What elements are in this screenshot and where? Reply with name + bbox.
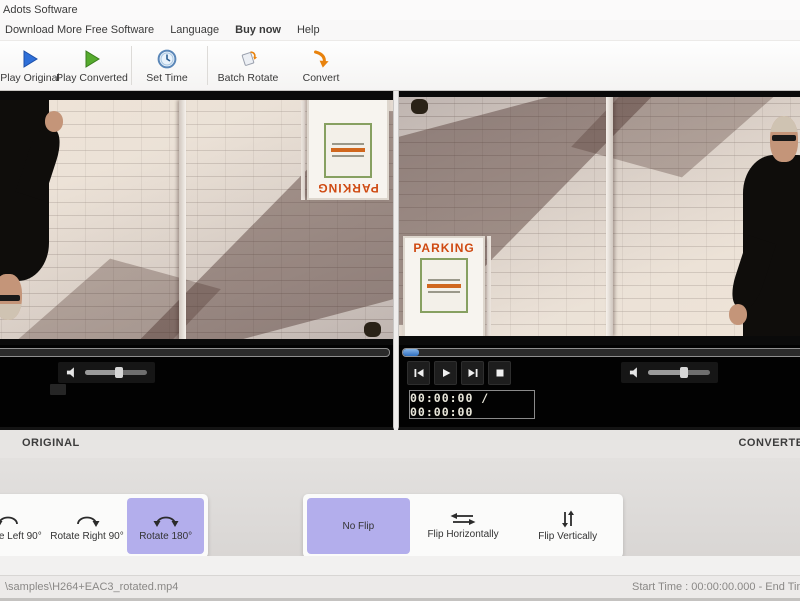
menu-help[interactable]: Help xyxy=(297,24,320,36)
no-flip-label: No Flip xyxy=(342,520,375,532)
converted-volume-thumb[interactable] xyxy=(679,367,688,378)
convert-label: Convert xyxy=(302,71,340,84)
skip-end-icon xyxy=(468,369,477,377)
man-hair xyxy=(0,304,22,320)
flip-horizontal-icon xyxy=(450,513,476,525)
wall-fixture xyxy=(364,322,381,338)
original-label: ORIGINAL xyxy=(22,437,80,449)
sign-post xyxy=(300,101,305,201)
speaker-icon xyxy=(629,367,637,378)
rotate-button-group: Rotate Left 90° Rotate Right 90° Rotate … xyxy=(0,494,208,558)
rotate-right-icon xyxy=(77,516,100,527)
toolbar: Play Original Play Converted Set Time Ba… xyxy=(0,41,800,91)
clock-icon xyxy=(155,48,179,70)
rotate-left-90-button[interactable]: Rotate Left 90° xyxy=(0,498,47,554)
menu-download-more[interactable]: Download More Free Software xyxy=(5,24,154,36)
convert-button[interactable]: Convert xyxy=(269,44,373,87)
converted-player-controls: 00:00:00 / 00:00:00 xyxy=(399,345,800,427)
converted-video-frame[interactable]: PARKING xyxy=(399,91,800,345)
converted-seek-progress xyxy=(403,349,420,356)
original-player-controls xyxy=(0,345,393,427)
original-volume-thumb[interactable] xyxy=(115,367,124,378)
rotate-180-button[interactable]: Rotate 180° xyxy=(127,498,205,554)
man-head xyxy=(770,116,798,163)
sunglasses xyxy=(0,295,20,302)
converted-volume-track[interactable] xyxy=(648,367,710,378)
man-hand xyxy=(729,304,748,325)
stop-icon xyxy=(496,369,503,377)
man-hair xyxy=(770,116,798,132)
parking-sign-subpanel xyxy=(323,122,373,179)
flip-vertically-button[interactable]: Flip Vertically xyxy=(516,498,619,554)
skip-start-icon xyxy=(414,369,423,377)
time-display: 00:00:00 / 00:00:00 xyxy=(409,390,535,419)
original-seek-bar[interactable] xyxy=(0,348,390,357)
converted-video-scene: PARKING xyxy=(399,91,800,345)
man-head xyxy=(0,273,22,320)
mute-popup[interactable] xyxy=(50,384,66,395)
sign-post xyxy=(487,235,492,335)
speaker-icon xyxy=(66,367,74,378)
parking-sign: PARKING xyxy=(307,97,389,201)
rotation-controls-section: Rotate Left 90° Rotate Right 90° Rotate … xyxy=(0,458,800,558)
letterbox-bar xyxy=(399,91,800,98)
original-video-frame[interactable]: PARKING xyxy=(0,91,393,345)
man-hand xyxy=(44,111,63,132)
wall-post xyxy=(606,97,613,337)
batch-rotate-icon xyxy=(236,48,260,70)
rotate-right-90-button[interactable]: Rotate Right 90° xyxy=(49,498,126,554)
original-volume-control[interactable] xyxy=(58,362,155,383)
rotate-left-90-label: Rotate Left 90° xyxy=(0,531,42,542)
footer-gap xyxy=(0,556,800,575)
skip-end-button[interactable] xyxy=(461,361,484,385)
play-blue-icon xyxy=(18,48,42,70)
status-bar: \samples\H264+EAC3_rotated.mp4 Start Tim… xyxy=(0,575,800,601)
play-button[interactable] xyxy=(434,361,457,385)
stop-button[interactable] xyxy=(488,361,511,385)
rotate-right-90-label: Rotate Right 90° xyxy=(50,531,124,542)
flip-button-group: No Flip Flip Horizontally Flip Verticall… xyxy=(303,494,623,558)
flip-vertically-label: Flip Vertically xyxy=(538,531,598,542)
flip-vertical-icon xyxy=(561,510,574,528)
title-bar: Adots Software xyxy=(0,0,800,20)
rotate-180-icon xyxy=(153,516,179,527)
play-green-icon xyxy=(80,48,104,70)
menu-language[interactable]: Language xyxy=(170,24,219,36)
parking-sign: PARKING xyxy=(403,235,485,339)
convert-icon xyxy=(309,48,333,70)
original-player-panel: PARKING xyxy=(0,90,394,430)
menu-buy-now[interactable]: Buy now xyxy=(235,24,281,36)
sunglasses xyxy=(772,134,796,141)
wall-post xyxy=(179,99,186,339)
flip-horizontally-label: Flip Horizontally xyxy=(427,529,499,540)
converted-player-panel: PARKING 00:00:00 / 00:00:00 xyxy=(398,90,800,430)
wall-fixture xyxy=(411,98,428,114)
converted-seek-bar[interactable] xyxy=(402,348,800,357)
flip-horizontally-button[interactable]: Flip Horizontally xyxy=(412,498,515,554)
parking-sign-text: PARKING xyxy=(317,181,379,196)
converted-label: CONVERTED xyxy=(738,437,800,449)
window-title: Adots Software xyxy=(3,4,78,16)
converted-volume-control[interactable] xyxy=(621,362,718,383)
menu-bar: Download More Free Software Language Buy… xyxy=(0,20,800,41)
rotate-left-icon xyxy=(0,516,19,526)
letterbox-bar xyxy=(399,336,800,345)
play-icon xyxy=(442,369,450,377)
original-video-scene: PARKING xyxy=(0,91,393,345)
set-time-label: Set Time xyxy=(146,71,188,84)
loaded-file-path: \samples\H264+EAC3_rotated.mp4 xyxy=(5,581,179,593)
rotate-180-label: Rotate 180° xyxy=(139,531,193,542)
start-end-time-info: Start Time : 00:00:00.000 - End Time : 0… xyxy=(632,581,800,593)
parking-sign-text: PARKING xyxy=(413,240,475,255)
parking-sign-subpanel xyxy=(419,257,469,314)
letterbox-bar xyxy=(0,91,393,100)
panel-labels-strip: ORIGINAL CONVERTED xyxy=(0,430,800,458)
transport-controls xyxy=(407,361,511,385)
original-volume-track[interactable] xyxy=(85,367,147,378)
skip-start-button[interactable] xyxy=(407,361,430,385)
no-flip-button[interactable]: No Flip xyxy=(307,498,410,554)
